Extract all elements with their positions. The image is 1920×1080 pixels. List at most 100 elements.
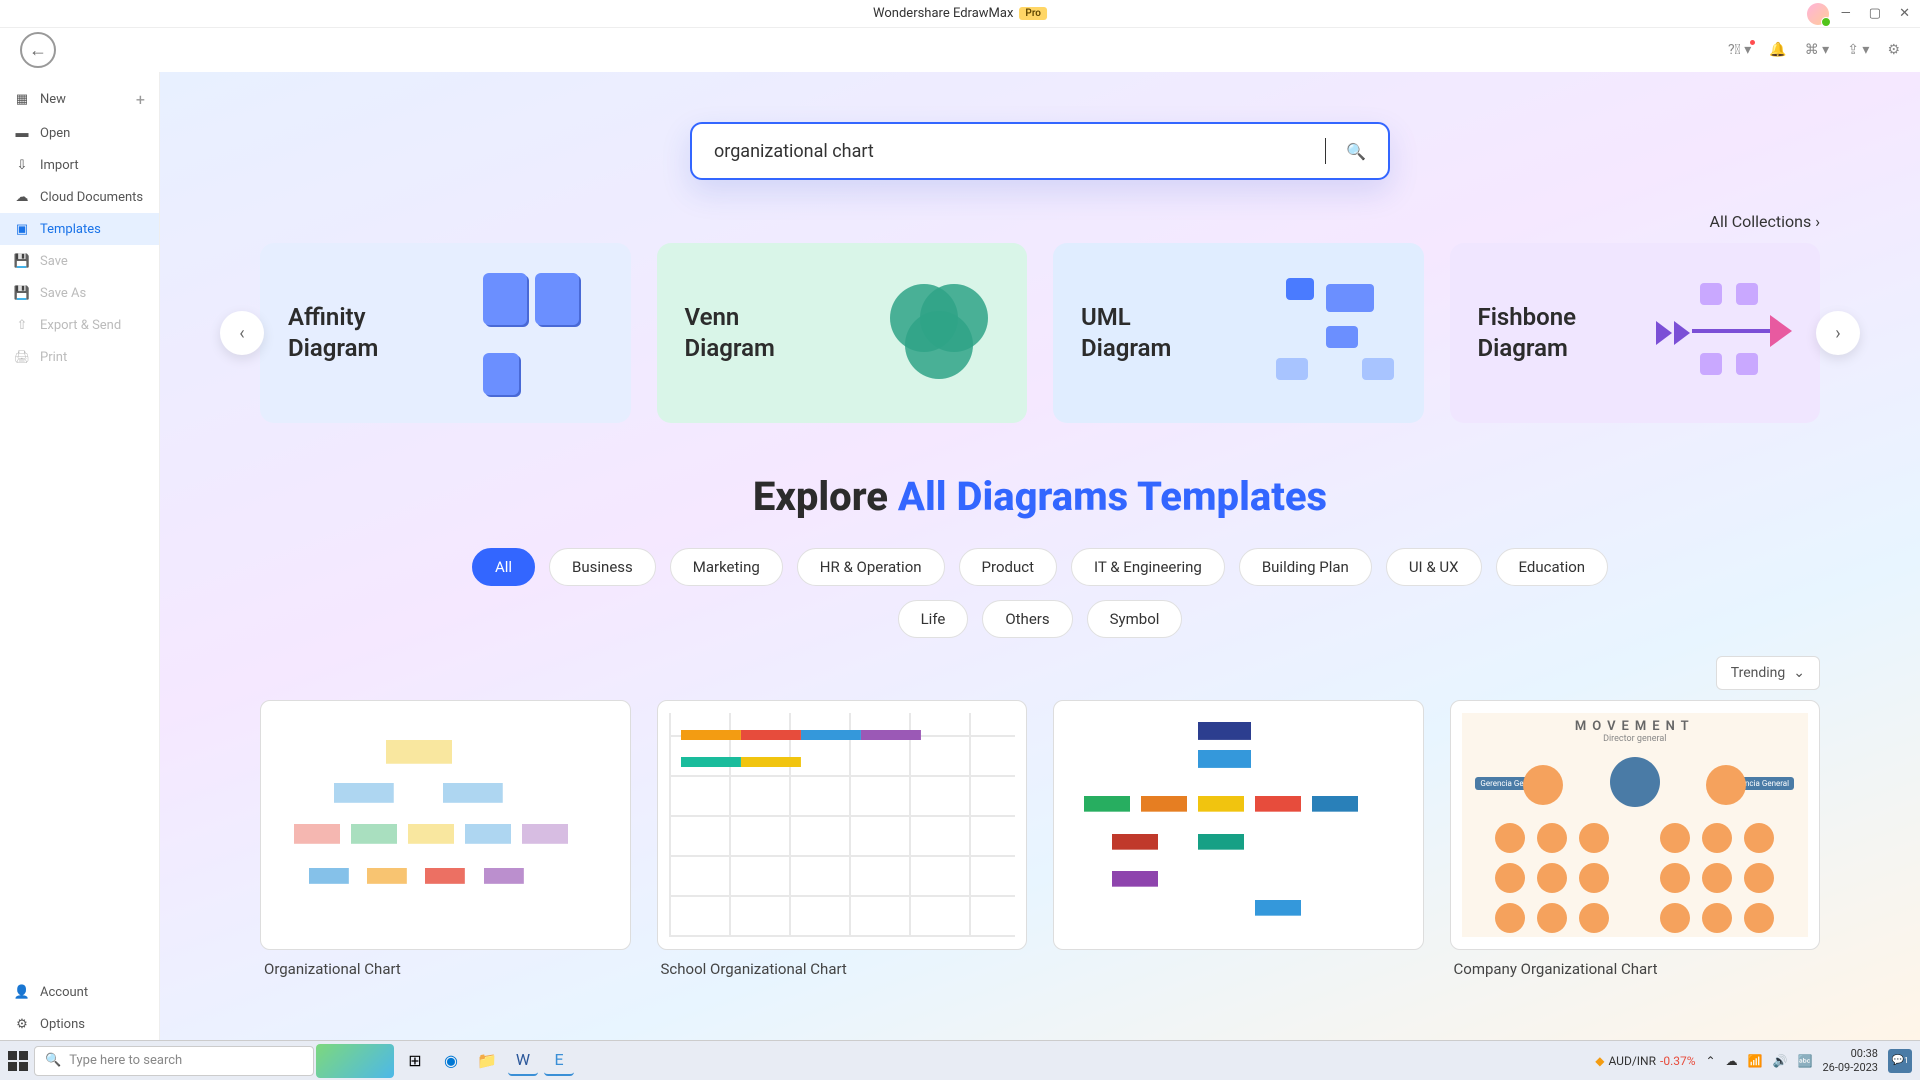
category-title: Venn Diagram — [685, 302, 775, 364]
sidebar-item-templates[interactable]: ▣ Templates — [0, 213, 159, 245]
template-title: Organizational Chart — [260, 960, 631, 978]
weather-widget[interactable] — [316, 1044, 394, 1078]
edge-icon[interactable]: ◉ — [436, 1046, 466, 1076]
filter-row: All Business Marketing HR & Operation Pr… — [160, 548, 1920, 638]
category-card-uml[interactable]: UML Diagram — [1053, 243, 1424, 423]
carousel-next-button[interactable]: › — [1816, 311, 1860, 355]
sidebar-label: Import — [40, 158, 79, 173]
saveas-icon: 💾 — [14, 285, 30, 301]
template-thumbnail: MOVEMENT Director general Gerencia Gener… — [1462, 713, 1808, 936]
category-card-affinity[interactable]: Affinity Diagram — [260, 243, 631, 423]
clock[interactable]: 00:38 26-09-2023 — [1822, 1047, 1878, 1073]
sidebar-label: Print — [40, 350, 67, 365]
save-icon: 💾 — [14, 253, 30, 269]
bell-icon[interactable]: 🔔 — [1769, 42, 1786, 58]
filter-symbol[interactable]: Symbol — [1087, 600, 1183, 638]
minimize-button[interactable]: ― — [1841, 6, 1851, 21]
word-icon[interactable]: W — [508, 1046, 538, 1076]
text-cursor — [1325, 138, 1326, 164]
search-placeholder: Type here to search — [69, 1053, 182, 1068]
plus-icon[interactable]: + — [136, 90, 145, 109]
template-icon: ▣ — [14, 221, 30, 237]
sidebar-item-cloud[interactable]: ☁ Cloud Documents — [0, 181, 159, 213]
taskbar-search[interactable]: 🔍 Type here to search — [34, 1046, 314, 1076]
gear-icon: ⚙ — [14, 1016, 30, 1032]
sidebar-label: Save As — [40, 286, 86, 301]
task-view-icon[interactable]: ⊞ — [400, 1046, 430, 1076]
all-collections-link[interactable]: All Collections › — [1710, 212, 1821, 231]
template-card[interactable] — [1053, 700, 1424, 978]
maximize-button[interactable]: ▢ — [1869, 6, 1881, 21]
arrow-left-icon: ← — [29, 40, 47, 61]
template-card[interactable]: School Organizational Chart — [657, 700, 1028, 978]
sidebar-item-account[interactable]: 👤 Account — [0, 976, 159, 1008]
back-button[interactable]: ← — [20, 32, 56, 68]
print-icon: 🖨 — [14, 349, 30, 365]
filter-uiux[interactable]: UI & UX — [1386, 548, 1482, 586]
share-icon[interactable]: ⇪ ▾ — [1847, 42, 1869, 58]
template-card[interactable]: MOVEMENT Director general Gerencia Gener… — [1450, 700, 1821, 978]
sidebar-label: Save — [40, 254, 68, 269]
plus-square-icon: ▦ — [14, 92, 30, 108]
sidebar-item-import[interactable]: ⇩ Import — [0, 149, 159, 181]
sidebar-item-new[interactable]: ▦ New + — [0, 82, 159, 117]
template-thumbnail — [1072, 713, 1404, 936]
sidebar-label: Templates — [40, 222, 101, 237]
template-card[interactable]: Organizational Chart — [260, 700, 631, 978]
filter-building[interactable]: Building Plan — [1239, 548, 1372, 586]
carousel-prev-button[interactable]: ‹ — [220, 311, 264, 355]
search-box[interactable]: 🔍 — [690, 122, 1390, 180]
sidebar-item-options[interactable]: ⚙ Options — [0, 1008, 159, 1040]
user-avatar[interactable] — [1807, 3, 1829, 25]
sidebar-item-saveas: 💾 Save As — [0, 277, 159, 309]
close-button[interactable]: ✕ — [1899, 6, 1910, 21]
template-title: Company Organizational Chart — [1450, 960, 1821, 978]
wifi-icon[interactable]: 📶 — [1748, 1054, 1763, 1068]
sidebar-label: Options — [40, 1017, 85, 1032]
filter-product[interactable]: Product — [959, 548, 1057, 586]
template-thumbnail — [669, 713, 1015, 936]
sort-select[interactable]: Trending ⌄ — [1716, 656, 1820, 690]
titlebar: Wondershare EdrawMax Pro ― ▢ ✕ — [0, 0, 1920, 28]
category-card-fishbone[interactable]: Fishbone Diagram — [1450, 243, 1821, 423]
content-area: 🔍 All Collections › ‹ › Affinity Diagram… — [160, 72, 1920, 1040]
notification-center[interactable]: 💬1 — [1888, 1049, 1912, 1073]
onedrive-icon[interactable]: ☁ — [1726, 1054, 1738, 1068]
filter-business[interactable]: Business — [549, 548, 656, 586]
settings-icon[interactable]: ⚙ — [1887, 42, 1900, 58]
help-icon[interactable]: ?⃝ ▾ — [1728, 42, 1751, 58]
sidebar-item-save: 💾 Save — [0, 245, 159, 277]
template-title: School Organizational Chart — [657, 960, 1028, 978]
filter-life[interactable]: Life — [898, 600, 969, 638]
filter-others[interactable]: Others — [982, 600, 1072, 638]
filter-hr[interactable]: HR & Operation — [797, 548, 945, 586]
filter-it[interactable]: IT & Engineering — [1071, 548, 1225, 586]
search-icon[interactable]: 🔍 — [1346, 142, 1366, 161]
tray-chevron-icon[interactable]: ⌃ — [1706, 1054, 1716, 1068]
chevron-down-icon: ⌄ — [1793, 665, 1805, 681]
category-card-venn[interactable]: Venn Diagram — [657, 243, 1028, 423]
stock-widget[interactable]: ◆ AUD/INR -0.37% — [1595, 1054, 1695, 1068]
edrawmax-icon[interactable]: E — [544, 1046, 574, 1076]
volume-icon[interactable]: 🔊 — [1773, 1054, 1788, 1068]
user-icon: 👤 — [14, 984, 30, 1000]
sidebar-item-export: ⇧ Export & Send — [0, 309, 159, 341]
template-grid: Organizational Chart School Organization… — [160, 700, 1920, 978]
template-thumbnail — [279, 726, 611, 924]
grid-icon[interactable]: ⌘ ▾ — [1805, 42, 1830, 58]
filter-all[interactable]: All — [472, 548, 535, 586]
app-title: Wondershare EdrawMax — [873, 6, 1013, 21]
start-button[interactable] — [8, 1051, 28, 1071]
sort-label: Trending — [1731, 665, 1786, 681]
language-icon[interactable]: 🔤 — [1798, 1054, 1813, 1068]
explorer-icon[interactable]: 📁 — [472, 1046, 502, 1076]
category-title: Affinity Diagram — [288, 302, 378, 364]
sidebar-item-print: 🖨 Print — [0, 341, 159, 373]
category-title: UML Diagram — [1081, 302, 1171, 364]
filter-education[interactable]: Education — [1496, 548, 1609, 586]
sidebar-item-open[interactable]: ▬ Open — [0, 117, 159, 149]
search-input[interactable] — [714, 141, 1317, 162]
filter-marketing[interactable]: Marketing — [670, 548, 783, 586]
import-icon: ⇩ — [14, 157, 30, 173]
toolbar: ← ?⃝ ▾ 🔔 ⌘ ▾ ⇪ ▾ ⚙ — [0, 28, 1920, 72]
